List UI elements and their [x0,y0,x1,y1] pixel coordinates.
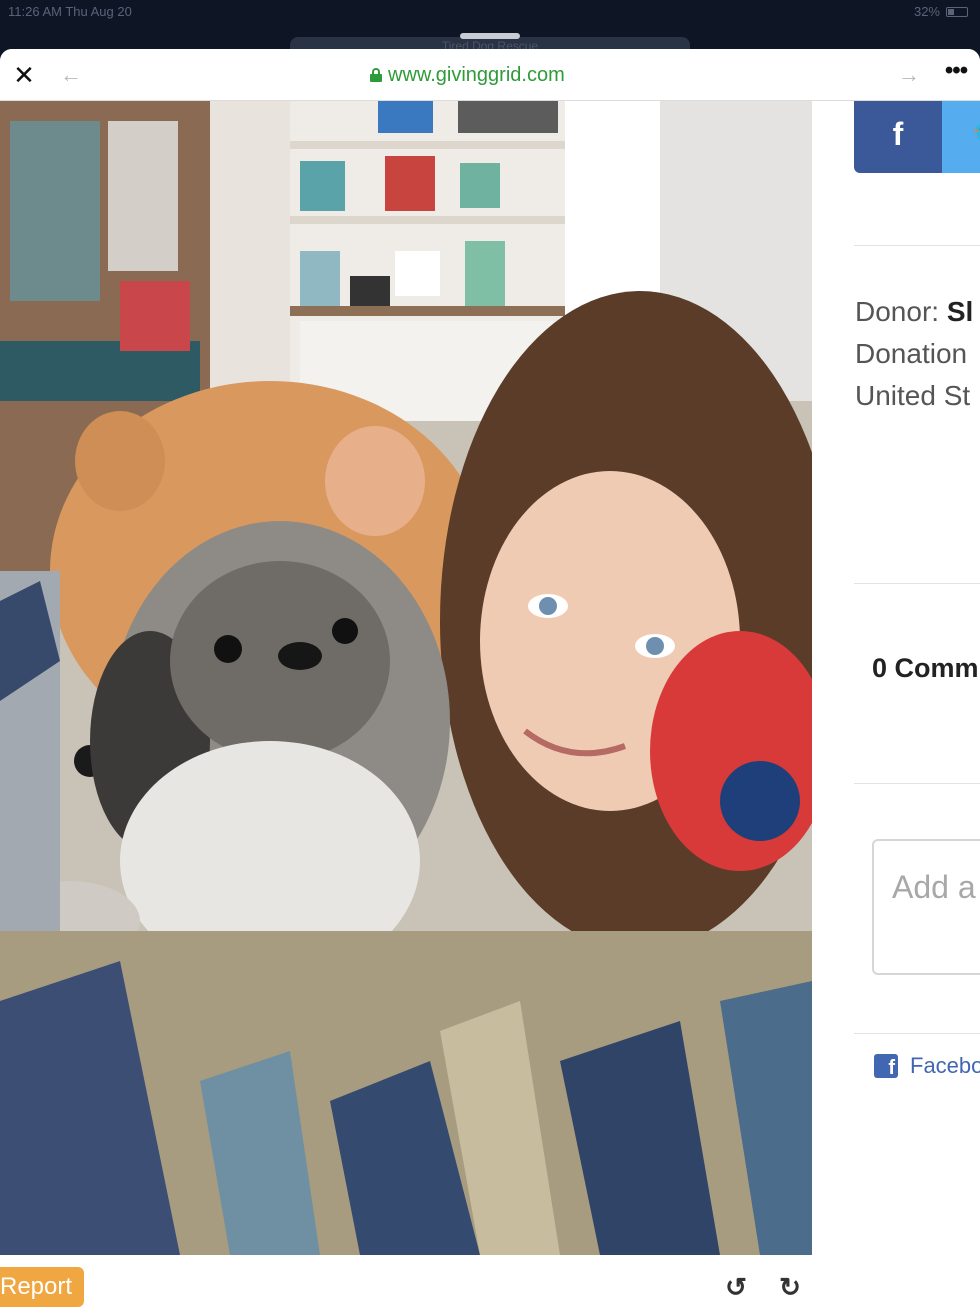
photo[interactable] [0,101,812,1255]
photo-toolbar: Report ↺ ↻ [0,1255,812,1307]
share-buttons: f 🐦 [854,101,980,173]
lock-icon [370,68,382,82]
browser-sheet: ✕ ← www.givinggrid.com → ••• f Donor: Sl… [0,49,980,1307]
back-arrow-icon[interactable]: ← [58,61,84,89]
battery-percent: 32% [913,4,940,19]
donation-text: Donation [855,338,968,369]
divider [854,245,980,246]
url-bar: ✕ ← www.givinggrid.com → ••• [0,49,980,101]
status-indicators: 32% [914,4,968,19]
divider [854,583,980,584]
donor-name: Sl [946,296,974,327]
sidebar: f 🐦 Donor: Sl Donation United St 0 Comm … [812,101,980,1307]
report-button[interactable]: Report [0,1267,84,1307]
status-time: 11:26 AM Thu Aug 20 [8,4,132,19]
photo-image [0,101,812,1255]
forward-arrow-icon[interactable]: → [896,61,922,89]
address-display[interactable]: www.givinggrid.com [370,63,565,87]
status-bar: 11:26 AM Thu Aug 20 32% [0,0,980,24]
facebook-plugin-label: Facebo [910,1053,980,1078]
comments-count: 0 Comm [872,653,979,683]
twitter-icon: 🐦 [972,119,980,149]
twitter-share-button[interactable]: 🐦 [942,101,980,173]
facebook-icon: f [874,1054,898,1078]
comment-input[interactable]: Add a [872,839,980,975]
donor-info: Donor: Sl Donation United St [855,291,973,417]
rotate-left-icon[interactable]: ↺ [722,1273,750,1301]
sheet-grabber-handle[interactable] [460,33,520,39]
facebook-share-button[interactable]: f [854,101,942,173]
divider [854,783,980,784]
close-icon[interactable]: ✕ [10,61,38,89]
rotate-right-icon[interactable]: ↻ [776,1273,804,1301]
divider [854,1033,980,1034]
more-icon[interactable]: ••• [940,59,972,87]
facebook-comments-plugin-link[interactable]: f Facebo [874,1053,980,1079]
donor-label: Donor: [855,296,940,327]
battery-icon [946,6,968,17]
country-text: United St [855,380,971,411]
url-text: www.givinggrid.com [388,63,565,86]
